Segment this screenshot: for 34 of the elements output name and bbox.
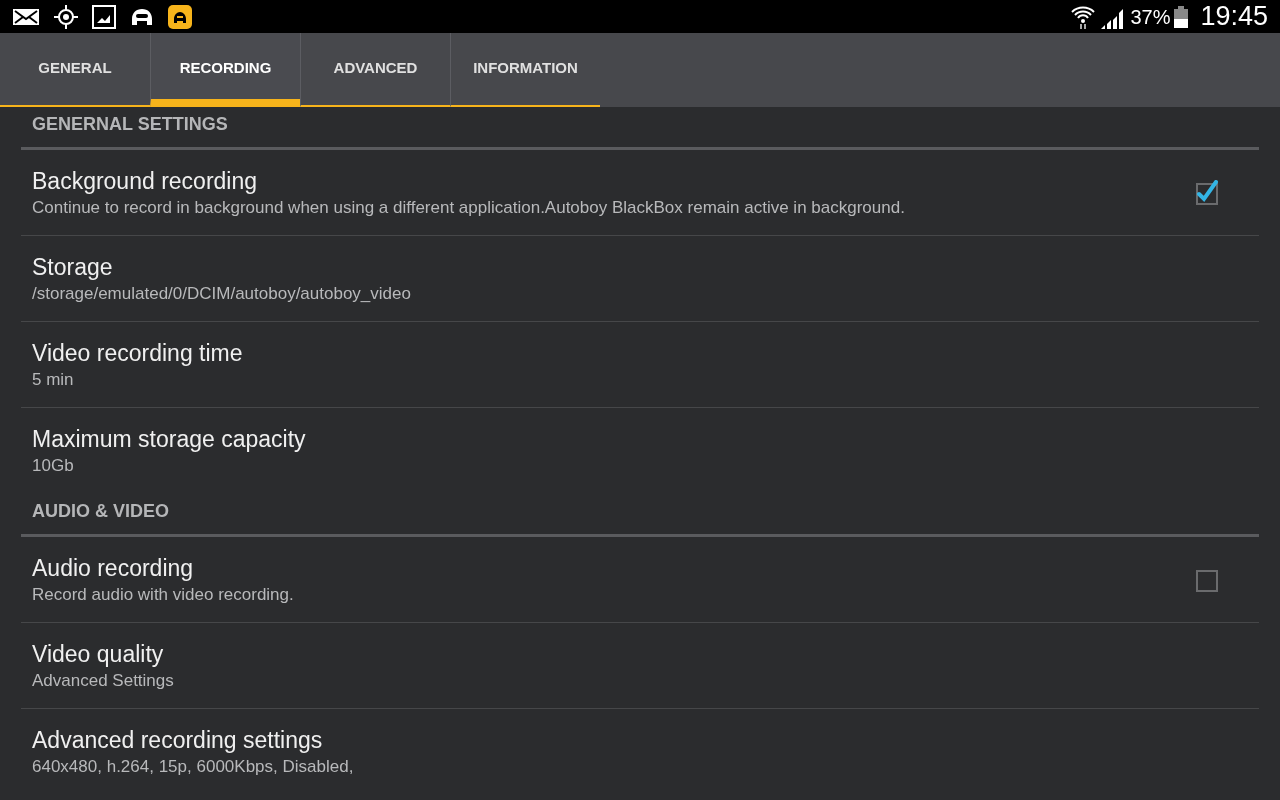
app-icon — [168, 4, 192, 29]
preference-summary: /storage/emulated/0/DCIM/autoboy/autoboy_video — [32, 282, 411, 305]
battery-percentage: 37% — [1130, 4, 1171, 30]
preference-summary: Continue to record in background when using a different application.Autoboy BlackBox remain active in background. — [32, 196, 905, 219]
preference-title: Video quality — [32, 639, 165, 669]
preference-row[interactable]: Video quality Advanced Settings — [21, 623, 1259, 709]
preference-summary: Advanced Settings — [32, 669, 174, 692]
preference-title: Video recording time — [32, 338, 243, 368]
preference-title: Audio recording — [32, 553, 195, 583]
preference-title: Background recording — [32, 166, 259, 196]
tab[interactable]: INFORMATION — [450, 33, 600, 107]
checkbox[interactable] — [1193, 179, 1219, 206]
preference-title: Maximum storage capacity — [32, 425, 306, 454]
envelope-icon — [12, 6, 40, 27]
preference-row[interactable]: Audio recording Record audio with video recording. — [21, 537, 1259, 623]
preference-row[interactable]: Video recording time 5 min — [21, 322, 1259, 408]
preference-summary: 5 min — [32, 368, 75, 391]
preference-row[interactable]: Advanced recording settings 640x480, h.264, 15p, 6000Kbps, Disabled, — [21, 709, 1259, 795]
crosshair-icon — [54, 4, 78, 29]
preference-summary: 640x480, h.264, 15p, 6000Kbps, Disabled, — [32, 756, 354, 778]
tab[interactable]: RECORDING — [150, 33, 300, 107]
clock: 19:45 — [1200, 0, 1268, 34]
battery-icon — [1174, 5, 1189, 28]
preference-title: Advanced recording settings — [32, 726, 324, 755]
section-header: GENERNAL SETTINGS — [31, 113, 228, 136]
section-header: AUDIO & VIDEO — [31, 500, 169, 523]
tab[interactable]: ADVANCED — [300, 33, 450, 107]
preference-row[interactable]: Background recording Continue to record in background when using a different application.Autoboy BlackBox remain active in background. — [21, 150, 1259, 236]
preference-summary: Record audio with video recording. — [32, 583, 294, 606]
preference-title: Storage — [32, 252, 114, 282]
preference-row[interactable]: Maximum storage capacity 10Gb — [21, 408, 1259, 494]
picture-icon — [92, 4, 116, 29]
preference-row[interactable]: Storage /storage/emulated/0/DCIM/autoboy/autoboy_video — [21, 236, 1259, 322]
preference-summary: 10Gb — [32, 455, 75, 477]
